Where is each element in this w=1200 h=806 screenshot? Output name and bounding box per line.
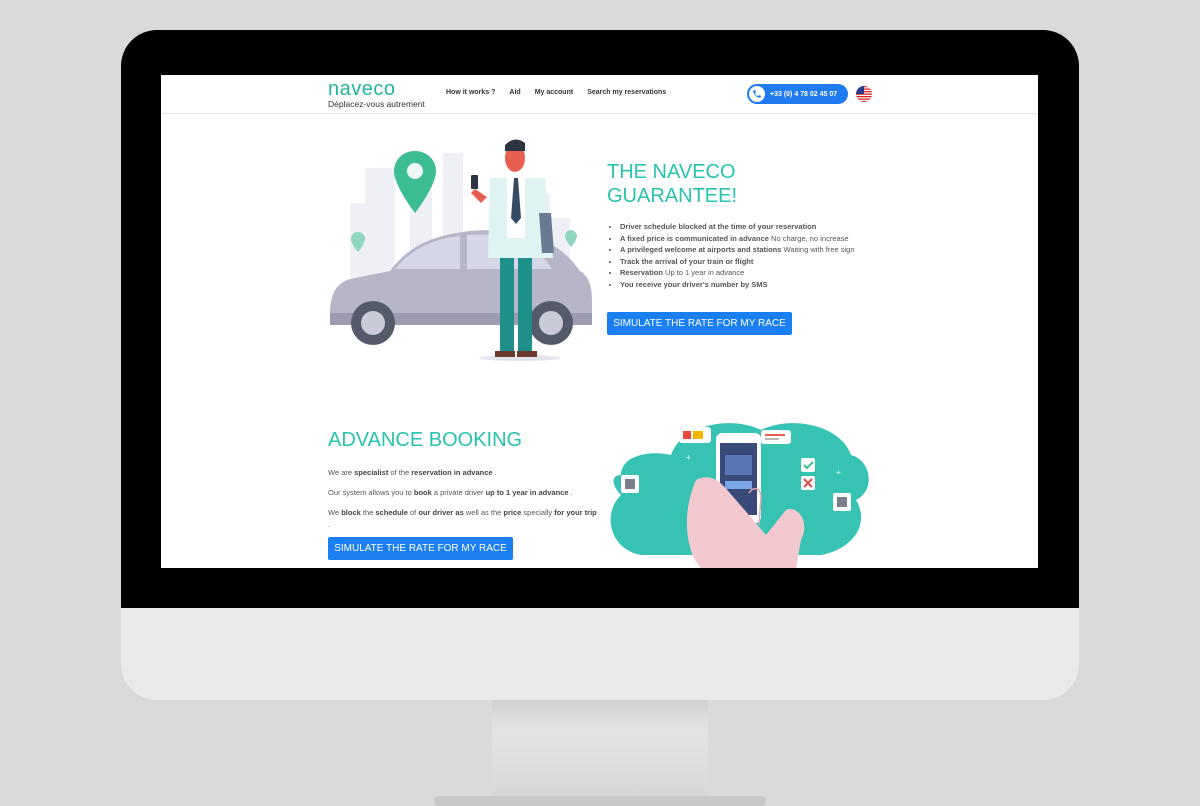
- phone-icon: [749, 86, 765, 102]
- us-flag-icon[interactable]: [856, 86, 872, 102]
- simulate-rate-button[interactable]: SIMULATE THE RATE FOR MY RACE: [607, 312, 792, 335]
- svg-text:+: +: [836, 468, 841, 477]
- list-item: Driver schedule blocked at the time of y…: [620, 221, 880, 233]
- nav-how-it-works[interactable]: How it works ?: [446, 89, 495, 96]
- site-header: naveco Déplacez-vous autrement How it wo…: [161, 75, 1038, 114]
- list-item: You receive your driver's number by SMS: [620, 279, 880, 291]
- simulate-rate-button-2[interactable]: SIMULATE THE RATE FOR MY RACE: [328, 537, 513, 560]
- driver-car-illustration: [330, 139, 592, 361]
- guarantee-title: THE NAVECO GUARANTEE!: [607, 161, 738, 207]
- phone-button[interactable]: +33 (0) 4 78 02 45 07: [747, 84, 848, 104]
- list-item: Track the arrival of your train or fligh…: [620, 256, 880, 268]
- logo[interactable]: naveco Déplacez-vous autrement: [328, 79, 425, 109]
- nav-search-reservations[interactable]: Search my reservations: [587, 89, 666, 96]
- logo-tagline: Déplacez-vous autrement: [328, 99, 425, 109]
- nav-aid[interactable]: Aid: [509, 89, 520, 96]
- main-nav: How it works ? Aid My account Search my …: [446, 89, 666, 96]
- advance-paragraph-1: We are specialist of the reservation in …: [328, 468, 497, 477]
- svg-text:+: +: [686, 453, 691, 462]
- phone-number: +33 (0) 4 78 02 45 07: [770, 90, 838, 98]
- advance-booking-title: ADVANCE BOOKING: [328, 429, 523, 451]
- list-item: A privileged welcome at airports and sta…: [620, 244, 880, 256]
- guarantee-list: Driver schedule blocked at the time of y…: [608, 221, 880, 290]
- nav-my-account[interactable]: My account: [535, 89, 574, 96]
- list-item: Reservation Up to 1 year in advance: [620, 267, 880, 279]
- advance-paragraph-2: Our system allows you to book a private …: [328, 488, 573, 497]
- monitor-chin: [121, 608, 1079, 700]
- monitor-stand: [434, 700, 766, 806]
- phone-booking-illustration: + +: [610, 423, 869, 568]
- logo-word: naveco: [328, 78, 396, 100]
- advance-paragraph-3: We block the schedule of our driver as w…: [328, 508, 597, 529]
- website-screen: naveco Déplacez-vous autrement How it wo…: [161, 75, 1038, 568]
- list-item: A fixed price is communicated in advance…: [620, 233, 880, 245]
